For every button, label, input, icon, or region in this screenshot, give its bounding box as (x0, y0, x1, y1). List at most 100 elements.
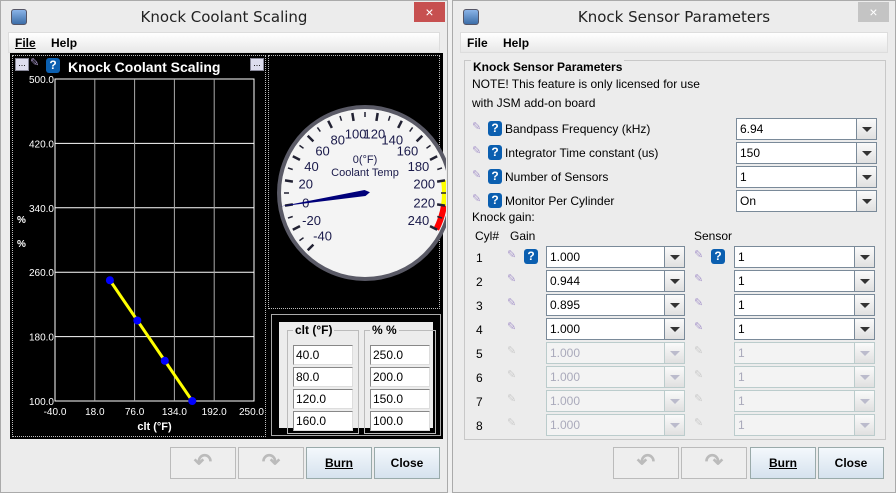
chevron-down-icon[interactable] (854, 343, 874, 363)
chevron-down-icon[interactable] (854, 415, 874, 435)
param-dropdown[interactable]: 6.94 (736, 118, 877, 140)
chevron-down-icon[interactable] (664, 415, 684, 435)
edit-icon[interactable]: ✎ (507, 297, 522, 310)
gain-dropdown[interactable]: 1.000 (546, 342, 685, 364)
clt-cell[interactable]: 160.0 (293, 411, 353, 431)
close-window-button[interactable]: × (858, 2, 889, 22)
clt-cell[interactable]: 40.0 (293, 345, 353, 365)
menu-help[interactable]: Help (503, 36, 529, 50)
chevron-down-icon[interactable] (854, 247, 874, 267)
chevron-down-icon[interactable] (856, 143, 876, 163)
percent-cell[interactable]: 250.0 (370, 345, 430, 365)
redo-button[interactable]: ↷ (238, 447, 304, 479)
chevron-down-icon[interactable] (664, 295, 684, 315)
edit-icon[interactable]: ✎ (507, 321, 522, 334)
knock-coolant-window: Knock Coolant Scaling × File Help ... ✎ … (0, 0, 448, 493)
chevron-down-icon[interactable] (856, 119, 876, 139)
redo-button[interactable]: ↷ (681, 447, 747, 479)
gain-dropdown[interactable]: 1.000 (546, 390, 685, 412)
gain-dropdown[interactable]: 1.000 (546, 246, 685, 268)
gain-dropdown[interactable]: 1.000 (546, 414, 685, 436)
sensor-dropdown[interactable]: 1 (734, 318, 875, 340)
gauge-tick (351, 112, 355, 122)
sensor-dropdown[interactable]: 1 (734, 294, 875, 316)
gain-dropdown[interactable]: 0.944 (546, 270, 685, 292)
percent-cell[interactable]: 150.0 (370, 389, 430, 409)
burn-button[interactable]: Burn (306, 447, 372, 479)
menu-file[interactable]: File (467, 36, 488, 50)
chevron-down-icon[interactable] (664, 247, 684, 267)
help-icon[interactable]: ? (711, 249, 725, 264)
edit-icon[interactable]: ✎ (694, 393, 709, 406)
menu-file[interactable]: File (15, 36, 36, 50)
chevron-down-icon[interactable] (854, 271, 874, 291)
chevron-down-icon[interactable] (854, 391, 874, 411)
edit-icon[interactable]: ✎ (694, 345, 709, 358)
help-icon[interactable]: ? (488, 145, 502, 160)
chevron-down-icon[interactable] (856, 167, 876, 187)
menu-help[interactable]: Help (51, 36, 77, 50)
data-point[interactable] (188, 397, 197, 405)
edit-icon[interactable]: ✎ (507, 417, 522, 430)
help-icon[interactable]: ? (488, 169, 502, 184)
edit-icon[interactable]: ✎ (472, 193, 487, 206)
chevron-down-icon[interactable] (854, 295, 874, 315)
edit-icon[interactable]: ✎ (472, 169, 487, 182)
data-point[interactable] (160, 356, 169, 365)
chevron-down-icon[interactable] (856, 191, 876, 211)
chevron-down-icon[interactable] (854, 367, 874, 387)
close-button[interactable]: Close (818, 447, 884, 479)
chevron-down-icon[interactable] (664, 391, 684, 411)
chevron-down-icon[interactable] (664, 271, 684, 291)
edit-icon[interactable]: ✎ (694, 297, 709, 310)
close-button[interactable]: Close (374, 447, 440, 479)
help-icon[interactable]: ? (488, 193, 502, 208)
edit-icon[interactable]: ✎ (472, 121, 487, 134)
sensor-dropdown[interactable]: 1 (734, 342, 875, 364)
undo-button[interactable]: ↶ (613, 447, 679, 479)
param-dropdown[interactable]: 150 (736, 142, 877, 164)
burn-button[interactable]: Burn (750, 447, 816, 479)
data-point[interactable] (133, 316, 142, 325)
edit-icon[interactable]: ✎ (472, 145, 487, 158)
chevron-down-icon[interactable] (854, 319, 874, 339)
sensor-dropdown[interactable]: 1 (734, 270, 875, 292)
sensor-dropdown[interactable]: 1 (734, 366, 875, 388)
close-window-button[interactable]: × (414, 2, 445, 22)
percent-cell[interactable]: 100.0 (370, 411, 430, 431)
gain-dropdown[interactable]: 1.000 (546, 366, 685, 388)
percent-cell[interactable]: 200.0 (370, 367, 430, 387)
sensor-dropdown[interactable]: 1 (734, 246, 875, 268)
help-icon[interactable]: ? (488, 121, 502, 136)
edit-icon[interactable]: ✎ (507, 273, 522, 286)
chevron-down-icon[interactable] (664, 367, 684, 387)
gain-dropdown[interactable]: 1.000 (546, 318, 685, 340)
edit-icon[interactable]: ✎ (694, 249, 709, 262)
chevron-down-icon[interactable] (664, 343, 684, 363)
edit-icon[interactable]: ✎ (507, 345, 522, 358)
menu-bar: File Help (8, 32, 440, 53)
param-dropdown[interactable]: 1 (736, 166, 877, 188)
help-icon[interactable]: ? (524, 249, 538, 264)
curve-table: clt (°F) 40.0 80.0 120.0 160.0 % % 250.0… (271, 314, 441, 436)
edit-icon[interactable]: ✎ (694, 369, 709, 382)
edit-icon[interactable]: ✎ (694, 417, 709, 430)
sensor-dropdown[interactable]: 1 (734, 414, 875, 436)
param-label: Number of Sensors (505, 170, 609, 184)
gain-dropdown[interactable]: 0.895 (546, 294, 685, 316)
edit-icon[interactable]: ✎ (507, 249, 522, 262)
data-point[interactable] (105, 276, 114, 285)
clt-cell[interactable]: 80.0 (293, 367, 353, 387)
sensor-dropdown[interactable]: 1 (734, 390, 875, 412)
clt-cell[interactable]: 120.0 (293, 389, 353, 409)
undo-button[interactable]: ↶ (170, 447, 236, 479)
title-bar: Knock Sensor Parameters × (453, 1, 895, 32)
edit-icon[interactable]: ✎ (507, 393, 522, 406)
param-dropdown[interactable]: On (736, 190, 877, 212)
curve-chart[interactable]: 100.0180.0260.0340.0420.0500.0-40.0 18.0 7… (10, 53, 268, 439)
sensor-value: 1 (738, 298, 745, 312)
chevron-down-icon[interactable] (664, 319, 684, 339)
edit-icon[interactable]: ✎ (694, 321, 709, 334)
edit-icon[interactable]: ✎ (694, 273, 709, 286)
edit-icon[interactable]: ✎ (507, 369, 522, 382)
